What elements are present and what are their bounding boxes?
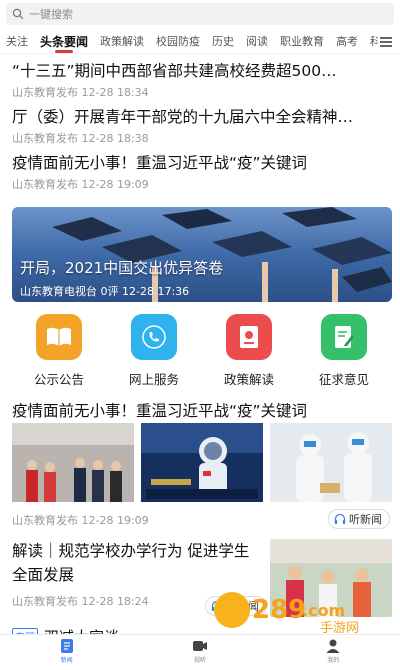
nav-label: 新闻 [60,657,73,664]
video-icon [192,641,207,651]
watermark-logo: 289 .com 手游网 [214,592,359,634]
tab-campus-epidemic[interactable]: 校园防疫 [150,30,206,54]
news-title: 疫情面前无小事！重温习近平战“疫”关键词 [12,154,308,172]
news-meta: 山东教育发布 12-28 18:38 [12,132,149,145]
service-grid: 公示公告 网上服务 政策解读 征求意见 [0,314,400,388]
service-policy[interactable]: 政策解读 [209,314,289,388]
watermark-domain: .com [302,601,345,620]
search-bar[interactable]: 一键搜索 [6,3,394,25]
category-tabs: 关注 头条要闻 政策解读 校园防疫 历史 阅读 职业教育 高考 科普 [0,30,400,54]
nav-label: 我的 [327,657,340,664]
listen-label: 听新闻 [349,513,382,526]
tab-gaokao[interactable]: 高考 [330,30,364,54]
news-item-3[interactable]: 疫情面前无小事！重温习近平战“疫”关键词 山东教育发布 12-28 19:09 [12,152,392,194]
news-title: 疫情面前无小事！重温习近平战“疫”关键词 [12,402,308,420]
nav-label: 视听 [193,657,206,664]
photo-news-item[interactable]: 疫情面前无小事！重温习近平战“疫”关键词 [12,400,392,422]
phone-icon [131,314,177,360]
news-photo-2 [141,423,263,502]
tab-history[interactable]: 历史 [206,30,240,54]
bottom-nav: 新闻 视听 我的 [0,634,400,670]
menu-icon[interactable] [378,35,394,49]
tab-follow[interactable]: 关注 [0,30,34,54]
news-photo-1 [12,423,134,502]
banner[interactable]: 开局，2021中国交出优异答卷 山东教育电视台 0评 12-28 17:36 [12,207,392,302]
photo-strip[interactable] [12,423,392,502]
service-label: 网上服务 [128,372,179,387]
banner-title: 开局，2021中国交出优异答卷 [20,259,224,277]
service-label: 征求意见 [318,372,369,387]
news-item-2[interactable]: 厅（委）开展青年干部党的十九届六中全会精神… 山东教育发布 12-28 18:3… [12,106,392,148]
news-icon [60,639,73,653]
service-label: 政策解读 [223,372,274,387]
service-label: 公示公告 [33,372,84,387]
watermark-site: 手游网 [320,621,359,634]
tab-vocational[interactable]: 职业教育 [274,30,330,54]
tab-policy[interactable]: 政策解读 [94,30,150,54]
nav-video[interactable]: 视听 [133,635,266,670]
watermark-number: 289 [252,595,306,625]
user-icon [326,639,340,653]
nav-news[interactable]: 新闻 [0,635,133,670]
news-meta: 山东教育发布 12-28 19:09 [12,178,149,191]
service-online[interactable]: 网上服务 [114,314,194,388]
nav-profile[interactable]: 我的 [267,635,400,670]
search-placeholder: 一键搜索 [29,8,73,21]
news-photo-3 [270,423,392,502]
tab-headlines[interactable]: 头条要闻 [34,30,94,54]
news-title: “十三五”期间中西部省部共建高校经费超500… [12,62,337,80]
document-icon [226,314,272,360]
edit-icon [321,314,367,360]
news-meta: 山东教育发布 12-28 18:34 [12,86,149,99]
search-icon [12,8,24,20]
tab-reading[interactable]: 阅读 [240,30,274,54]
news-title: 解读｜规范学校办学行为 促进学生全面发展 [12,542,250,584]
headphones-icon [334,513,346,524]
service-announcement[interactable]: 公示公告 [19,314,99,388]
book-icon [36,314,82,360]
banner-meta: 山东教育电视台 0评 12-28 17:36 [20,285,190,298]
news-item-1[interactable]: “十三五”期间中西部省部共建高校经费超500… 山东教育发布 12-28 18:… [12,60,392,102]
news-title: 厅（委）开展青年干部党的十九届六中全会精神… [12,108,354,126]
service-feedback[interactable]: 征求意见 [304,314,384,388]
listen-news-button[interactable]: 听新闻 [328,509,390,529]
